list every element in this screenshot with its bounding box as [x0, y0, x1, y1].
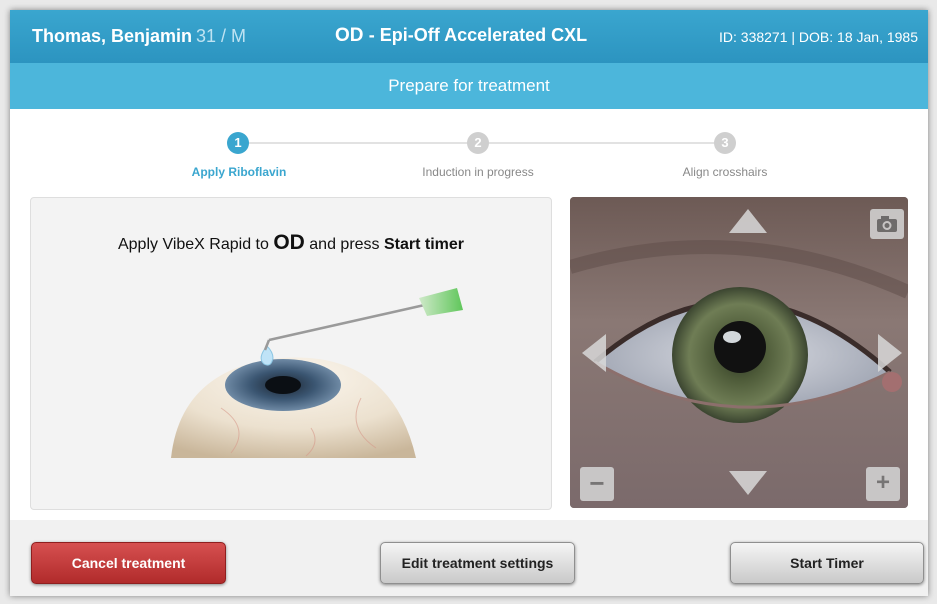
zoom-in-button[interactable]: +	[866, 467, 900, 501]
patient-header: Thomas, Benjamin 31 / M OD - Epi-Off Acce…	[10, 10, 928, 63]
move-right-button[interactable]	[876, 332, 904, 379]
step-1-indicator: 1	[227, 132, 249, 154]
app-window: Thomas, Benjamin 31 / M OD - Epi-Off Acce…	[10, 10, 928, 596]
step-connector	[483, 142, 731, 144]
instruction-eye: OD	[273, 231, 305, 254]
move-left-button[interactable]	[580, 332, 608, 379]
live-camera-view[interactable]: − +	[570, 197, 908, 508]
zoom-in-icon: +	[875, 469, 890, 496]
patient-age-sex: 31 / M	[196, 26, 247, 46]
zoom-out-button[interactable]: −	[580, 467, 614, 501]
step-2-indicator: 2	[467, 132, 489, 154]
patient-name-text: Thomas, Benjamin	[32, 26, 193, 46]
arrow-up-icon	[729, 209, 767, 233]
needle-shaft	[268, 302, 430, 342]
step-3-label: Align crosshairs	[682, 165, 768, 179]
start-timer-button[interactable]: Start Timer	[730, 542, 924, 584]
arrow-right-icon	[878, 334, 902, 372]
eye-camera-image	[570, 197, 908, 508]
patient-id-dob: ID: 338271 | DOB: 18 Jan, 1985	[719, 29, 918, 45]
eye-label: OD	[335, 25, 364, 46]
pupil-shape	[265, 376, 301, 394]
camera-icon	[877, 216, 897, 232]
instruction-middle: and press	[304, 236, 384, 253]
step-3-indicator: 3	[714, 132, 736, 154]
zoom-out-icon: −	[589, 468, 605, 498]
step-1-label: Apply Riboflavin	[191, 165, 287, 179]
instruction-panel: Apply VibeX Rapid to OD and press Start …	[30, 197, 552, 510]
patient-name: Thomas, Benjamin 31 / M	[32, 26, 246, 47]
syringe-hub	[419, 288, 463, 316]
instruction-prefix: Apply VibeX Rapid to	[117, 236, 274, 253]
move-down-button[interactable]	[727, 469, 769, 502]
instruction-action: Start timer	[383, 236, 465, 253]
riboflavin-drop	[260, 345, 274, 366]
procedure-name: - Epi-Off Accelerated CXL	[368, 25, 588, 45]
arrow-left-icon	[582, 334, 606, 372]
arrow-down-icon	[729, 471, 767, 495]
edit-treatment-settings-button[interactable]: Edit treatment settings	[380, 542, 575, 584]
procedure-title: OD - Epi-Off Accelerated CXL	[335, 25, 587, 47]
page-title: Prepare for treatment	[10, 63, 928, 109]
step-connector	[247, 142, 483, 144]
riboflavin-application-illustration	[171, 288, 463, 458]
instruction-text: Apply VibeX Rapid to OD and press Start …	[31, 231, 551, 255]
cancel-treatment-button[interactable]: Cancel treatment	[31, 542, 226, 584]
capture-photo-button[interactable]	[870, 209, 904, 239]
step-2-label: Induction in progress	[422, 165, 534, 179]
move-up-button[interactable]	[727, 207, 769, 240]
